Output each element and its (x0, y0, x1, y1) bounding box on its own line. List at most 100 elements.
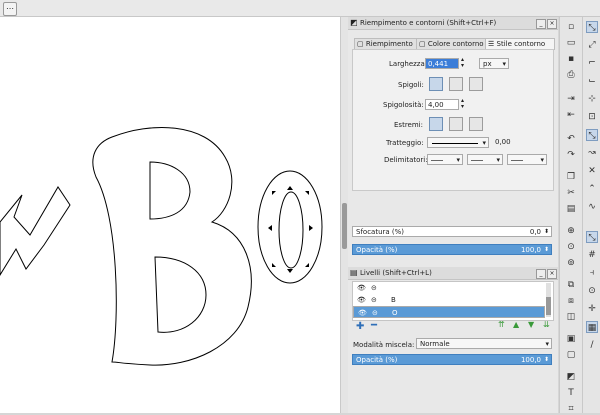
print-icon[interactable]: ⎙ (565, 69, 577, 81)
snap-path-icon[interactable]: ↝ (586, 147, 598, 159)
close-button[interactable]: × (547, 19, 557, 29)
miter-stepper[interactable]: ▴ ▾ (461, 98, 464, 110)
snap-page-icon[interactable]: ⤡ (586, 231, 598, 243)
unit-select[interactable]: px ▾ (479, 58, 509, 69)
snap-grid-icon[interactable]: # (586, 249, 598, 261)
dashes-label: Tratteggio: (386, 139, 424, 147)
snap-text-baseline-icon[interactable]: ∕ (586, 339, 598, 351)
width-label: Larghezza: (389, 60, 428, 68)
blend-mode-label: Modalità miscela: (353, 341, 415, 349)
top-toolbar: ⋯ (0, 0, 600, 17)
scrollbar-thumb[interactable] (546, 297, 551, 315)
chevron-down-icon: ▾ (502, 60, 506, 68)
cap-round-icon[interactable] (449, 117, 463, 131)
snap-enable-icon[interactable]: ⤡ (586, 21, 598, 33)
snap-smooth-icon[interactable]: ∿ (586, 201, 598, 213)
zoom-drawing-icon[interactable]: ⊙ (565, 241, 577, 253)
text-dialog-icon[interactable]: T (565, 387, 577, 399)
blend-mode-select[interactable]: Normale ▾ (416, 338, 552, 349)
eye-icon[interactable]: 👁 (357, 282, 366, 294)
snap-cusp-icon[interactable]: ⌃ (586, 183, 598, 195)
layers-title: Livelli (Shift+Ctrl+L) (360, 269, 432, 277)
blur-slider[interactable]: Sfocatura (%) 0,0 ⬍ (352, 226, 552, 237)
eye-icon[interactable]: 👁 (357, 294, 366, 306)
layers-scrollbar[interactable] (546, 283, 551, 317)
stepper-icon: ⬍ (543, 228, 549, 235)
zoom-page-icon[interactable]: ⊚ (565, 257, 577, 269)
ungroup-icon[interactable]: ▢ (565, 349, 577, 361)
lock-icon[interactable]: ⊝ (371, 282, 377, 294)
cut-icon[interactable]: ✂ (565, 187, 577, 199)
snap-intersection-icon[interactable]: ✕ (586, 165, 598, 177)
lock-icon[interactable]: ⊝ (372, 307, 378, 319)
stroke-paint-tab-icon: ▢ (419, 40, 428, 48)
zoom-selection-icon[interactable]: ⊕ (565, 225, 577, 237)
snap-bbox-icon[interactable]: ⤢ (586, 39, 598, 51)
join-miter-icon[interactable] (429, 77, 443, 91)
group-icon[interactable]: ▣ (565, 333, 577, 345)
width-stepper[interactable]: ▴ ▾ (461, 57, 464, 69)
snap-page-border-icon[interactable]: ▦ (586, 321, 598, 333)
dash-pattern-select[interactable]: ▾ (427, 137, 489, 148)
snap-bbox-corner-icon[interactable]: ⌙ (586, 75, 598, 87)
lower-icon[interactable]: ▼ (528, 320, 534, 329)
shape-letter-n (0, 186, 71, 276)
layers-icon: ▤ (350, 268, 358, 277)
import-icon[interactable]: ⇥ (565, 93, 577, 105)
close-button[interactable]: × (547, 269, 557, 279)
layer-row-selected[interactable]: 👁 ⊝ O (353, 306, 545, 318)
unlink-clone-icon[interactable]: ◫ (565, 311, 577, 323)
paste-icon[interactable]: ▤ (565, 203, 577, 215)
clone-icon[interactable]: ⧈ (565, 295, 577, 307)
open-icon[interactable]: ▭ (565, 37, 577, 49)
stroke-style-pane: Larghezza: 0,441 ▴ ▾ px ▾ Spigoli: Spigolo… (352, 49, 554, 191)
lock-icon[interactable]: ⊝ (371, 294, 377, 306)
join-bevel-icon[interactable] (469, 77, 483, 91)
snap-center-icon[interactable]: ⊡ (586, 111, 598, 123)
remove-layer-icon[interactable]: ━ (371, 320, 377, 331)
snap-guide-icon[interactable]: ⫞ (586, 267, 598, 279)
markers-label: Delimitatori: (384, 156, 428, 164)
eye-icon[interactable]: 👁 (358, 307, 367, 319)
join-round-icon[interactable] (449, 77, 463, 91)
fill-stroke-dialog-icon[interactable]: ◩ (565, 371, 577, 383)
xml-editor-icon[interactable]: ⌗ (565, 403, 577, 415)
copy-icon[interactable]: ❐ (565, 171, 577, 183)
minimize-button[interactable]: _ (536, 269, 546, 279)
cap-butt-icon[interactable] (429, 117, 443, 131)
duplicate-icon[interactable]: ⧉ (565, 279, 577, 291)
lower-to-bottom-icon[interactable]: ⇊ (543, 320, 550, 329)
snap-nodes-icon[interactable]: ⤡ (586, 129, 598, 141)
caps-label: Estremi: (394, 121, 423, 129)
drawing-canvas[interactable] (0, 17, 340, 413)
minimize-button[interactable]: _ (536, 19, 546, 29)
shape-letter-b (92, 127, 252, 366)
redo-icon[interactable]: ↷ (565, 149, 577, 161)
layer-row[interactable]: 👁 ⊝ (353, 282, 545, 294)
command-bar-icon[interactable]: ⋯ (3, 2, 17, 16)
miter-input[interactable]: 4,00 (425, 99, 459, 110)
undo-icon[interactable]: ↶ (565, 133, 577, 145)
raise-to-top-icon[interactable]: ⇈ (498, 320, 505, 329)
marker-start-select[interactable]: ▾ (427, 154, 463, 165)
cap-square-icon[interactable] (469, 117, 483, 131)
snap-rotation-center-icon[interactable]: ✛ (586, 303, 598, 315)
canvas-vertical-scrollbar[interactable] (340, 17, 348, 413)
export-icon[interactable]: ⇤ (565, 109, 577, 121)
layer-row[interactable]: 👁 ⊝ B (353, 294, 545, 306)
layer-opacity-slider[interactable]: Opacità (%) 100,0 ⬍ (352, 354, 552, 365)
opacity-slider[interactable]: Opacità (%) 100,0 ⬍ (352, 244, 552, 255)
add-layer-icon[interactable]: ✚ (356, 321, 364, 332)
scrollbar-thumb[interactable] (342, 203, 347, 249)
marker-mid-select[interactable]: ▾ (467, 154, 503, 165)
width-input[interactable]: 0,441 (425, 58, 459, 69)
snap-bbox-edge-icon[interactable]: ⌐ (586, 57, 598, 69)
save-icon[interactable]: ▪ (565, 53, 577, 65)
fill-stroke-tabs: ▢ Riempimento ▢ Colore contorno ☰ Stile … (352, 36, 556, 50)
raise-icon[interactable]: ▲ (513, 320, 519, 329)
snap-midpoint-icon[interactable]: ⊹ (586, 93, 598, 105)
snap-object-center-icon[interactable]: ⊙ (586, 285, 598, 297)
new-document-icon[interactable]: ▫ (565, 21, 577, 33)
marker-end-select[interactable]: ▾ (507, 154, 547, 165)
dash-offset-input[interactable]: 0,00 (493, 137, 527, 148)
